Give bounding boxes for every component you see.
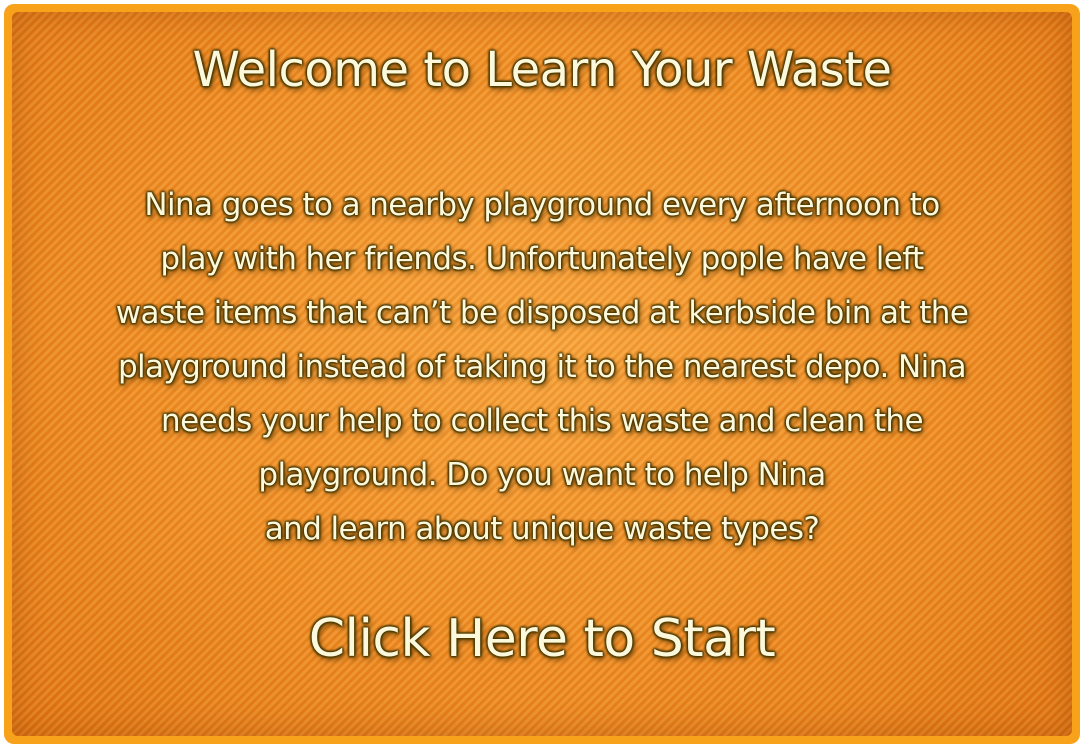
start-button[interactable]: Click Here to Start xyxy=(12,604,1072,674)
intro-frame: Welcome to Learn Your Waste Nina goes to… xyxy=(4,4,1080,744)
story-line: playground. Do you want to help Nina xyxy=(258,457,826,493)
story-line: playground instead of taking it to the n… xyxy=(117,349,967,385)
story-line: needs your help to collect this waste an… xyxy=(161,403,924,439)
story-line: and learn about unique waste types? xyxy=(264,511,820,547)
story-line: play with her friends. Unfortunately pop… xyxy=(160,241,924,277)
story-line: Nina goes to a nearby playground every a… xyxy=(144,187,940,223)
game-title: Welcome to Learn Your Waste xyxy=(192,42,892,98)
intro-story: Nina goes to a nearby playground every a… xyxy=(12,178,1072,556)
story-line: waste items that can’t be disposed at ke… xyxy=(115,295,969,331)
intro-panel: Welcome to Learn Your Waste Nina goes to… xyxy=(12,12,1072,736)
